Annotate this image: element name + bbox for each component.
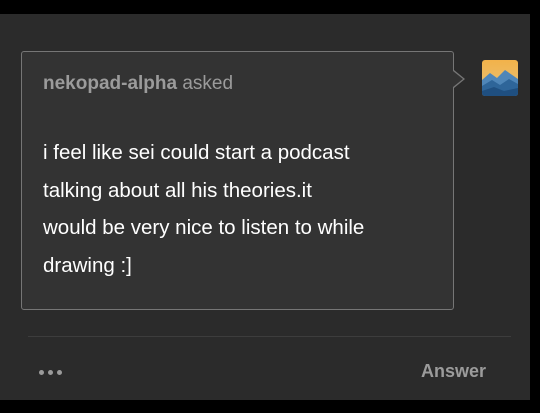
post-frame: nekopad-alpha asked i feel like sei coul…: [0, 0, 540, 413]
ellipsis-dot: [57, 369, 62, 375]
avatar-image: [482, 60, 518, 96]
ask-bubble-pointer-fill: [453, 71, 463, 87]
ellipsis-dot: [48, 369, 53, 375]
asker-line: nekopad-alpha asked: [43, 73, 233, 95]
landscape-avatar-icon[interactable]: [482, 60, 518, 96]
question-line-1: i feel like sei could start a podcast: [43, 141, 350, 164]
question-text: i feel like sei could start a podcast tal…: [43, 134, 443, 284]
ask-post-panel: nekopad-alpha asked i feel like sei coul…: [0, 14, 530, 400]
asker-name[interactable]: nekopad-alpha: [43, 73, 177, 94]
question-line-3: would be very nice to listen to while: [43, 216, 365, 239]
question-line-4: drawing :]: [43, 253, 132, 277]
asked-label: asked: [182, 73, 234, 94]
footer-divider: [28, 336, 511, 337]
ellipsis-icon[interactable]: [39, 363, 71, 381]
answer-button[interactable]: Answer: [421, 361, 486, 382]
question-line-2: talking about all his theories.it: [43, 178, 312, 202]
ask-bubble: nekopad-alpha asked i feel like sei coul…: [21, 51, 454, 310]
ellipsis-dot: [39, 369, 44, 375]
